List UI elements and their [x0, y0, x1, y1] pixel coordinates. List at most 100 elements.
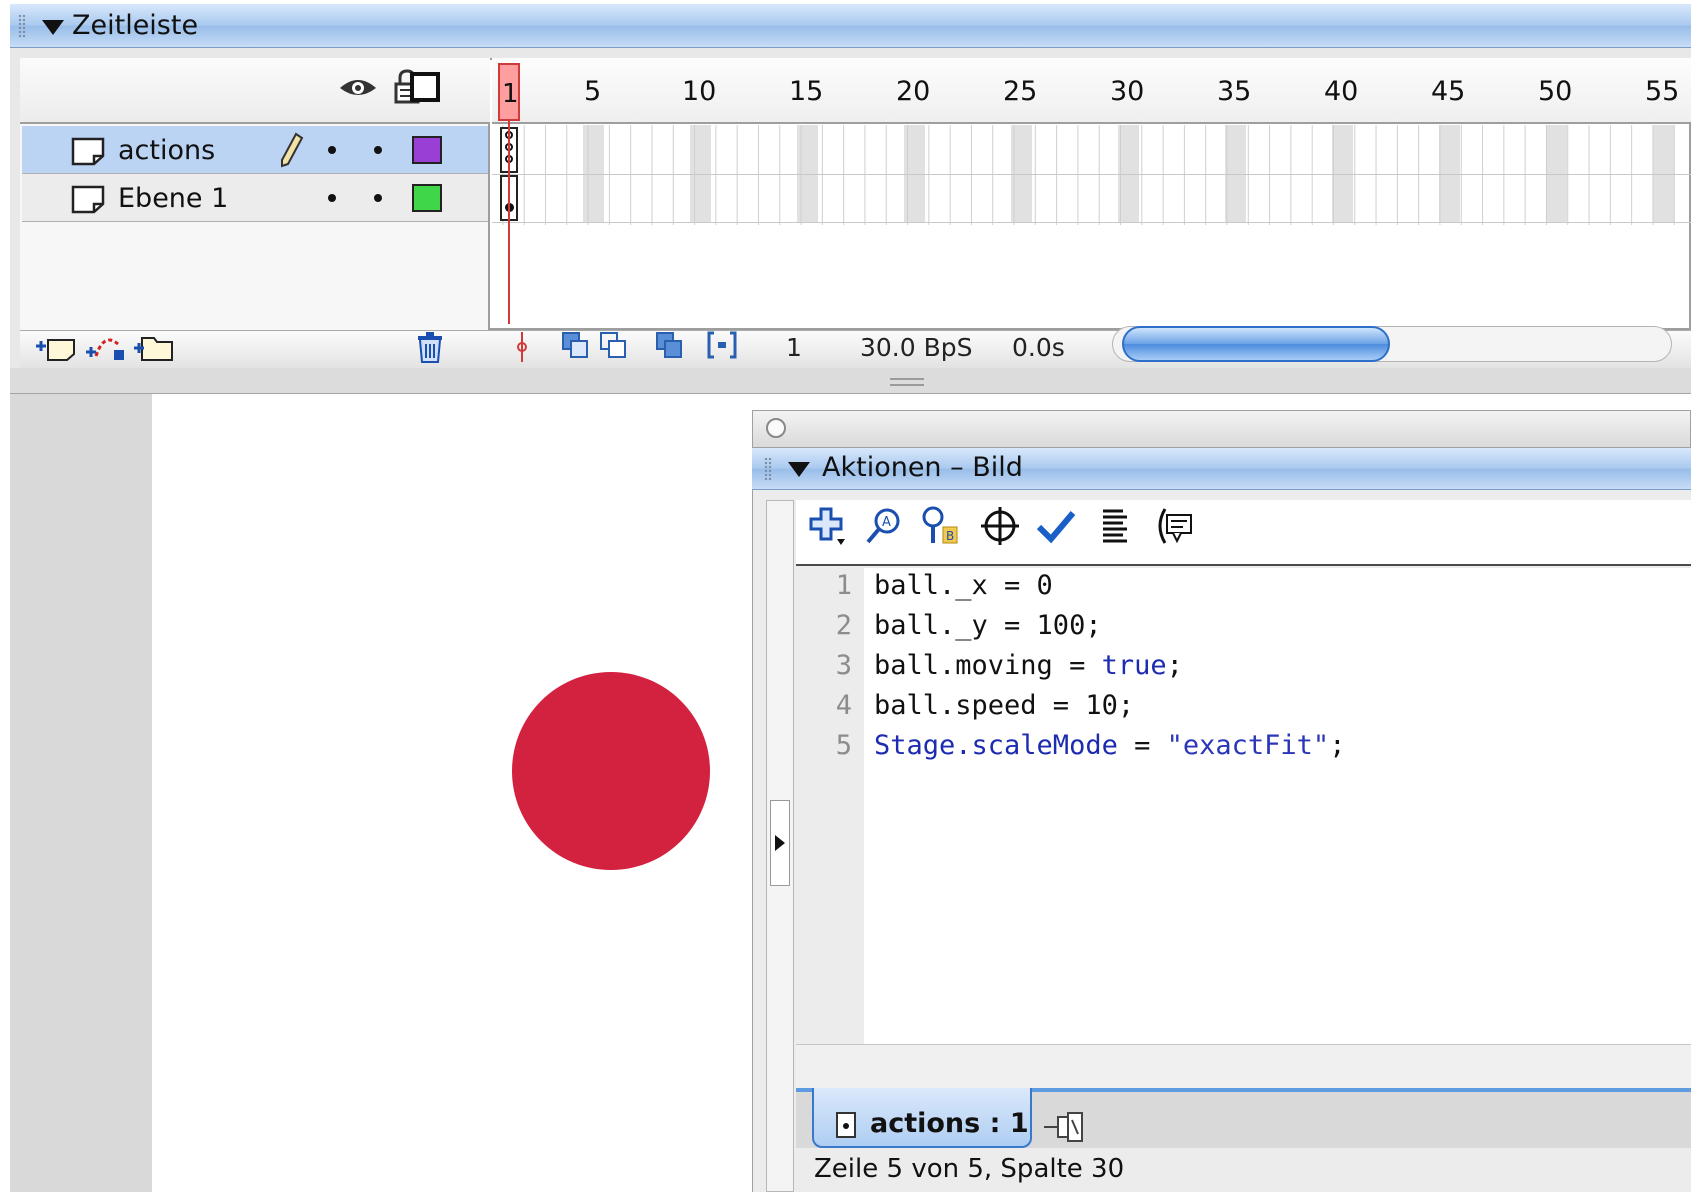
- editor-horizontal-scrollbar[interactable]: [796, 1044, 1691, 1088]
- visibility-dot[interactable]: [328, 146, 336, 154]
- toolbox-toggle[interactable]: [770, 800, 790, 886]
- replace-button[interactable]: B: [918, 504, 962, 548]
- pencil-icon: [281, 132, 304, 168]
- visibility-dot[interactable]: [328, 194, 336, 202]
- modify-onion-markers-icon[interactable]: [706, 330, 738, 360]
- layer-color-swatch[interactable]: [412, 184, 442, 212]
- code-keyword: true: [1101, 650, 1167, 681]
- layer-color-swatch[interactable]: [412, 136, 442, 164]
- collapse-triangle-icon[interactable]: [788, 462, 810, 477]
- show-code-hint-button[interactable]: [1152, 504, 1196, 548]
- layer-row-actions[interactable]: actions: [22, 126, 488, 174]
- timeline-scroll-thumb[interactable]: [1122, 326, 1390, 362]
- code-line[interactable]: ball._y = 100;: [874, 610, 1102, 641]
- actions-panel-header[interactable]: Aktionen – Bild: [752, 448, 1691, 490]
- show-hide-eye-icon[interactable]: [338, 72, 378, 102]
- outline-mode-icon[interactable]: [410, 72, 440, 102]
- panel-grip-icon[interactable]: [18, 14, 26, 38]
- edit-multiple-frames-icon[interactable]: [654, 330, 684, 360]
- script-tab-label: actions : 1: [870, 1108, 1029, 1139]
- line-number: 1: [835, 570, 852, 601]
- frame-number: 5: [584, 76, 602, 107]
- elapsed-time-readout: 0.0s: [1012, 333, 1065, 362]
- current-frame-readout: 1: [786, 333, 802, 362]
- timeline-title: Zeitleiste: [72, 10, 199, 41]
- script-tab-actions[interactable]: actions : 1: [812, 1088, 1032, 1148]
- code-line[interactable]: ball.moving = true;: [874, 650, 1183, 681]
- frame-number: 25: [1003, 76, 1038, 107]
- frame-number: 40: [1324, 76, 1359, 107]
- close-window-icon[interactable]: [766, 418, 786, 438]
- add-motion-guide-icon[interactable]: [84, 330, 128, 364]
- checkmark-icon: [1036, 511, 1076, 544]
- code-line[interactable]: ball.speed = 10;: [874, 690, 1134, 721]
- magnifier-icon: A: [866, 508, 900, 544]
- frame-number: 50: [1538, 76, 1573, 107]
- ball-movieclip[interactable]: [512, 672, 710, 870]
- layer-icon: [71, 137, 105, 166]
- check-syntax-button[interactable]: [1034, 504, 1078, 548]
- frame-script-icon: [836, 1112, 856, 1138]
- layer-name[interactable]: actions: [118, 135, 215, 166]
- expand-arrow-icon: [775, 835, 785, 851]
- collapse-triangle-icon[interactable]: [42, 20, 64, 35]
- onion-skin-outlines-icon[interactable]: [598, 330, 628, 360]
- auto-format-button[interactable]: [1092, 504, 1136, 548]
- cursor-position-status: Zeile 5 von 5, Spalte 30: [814, 1154, 1125, 1184]
- actions-window-titlebar[interactable]: [752, 410, 1691, 448]
- playhead-line: [508, 121, 510, 324]
- pasteboard: [10, 394, 152, 1192]
- line-number: 2: [835, 610, 852, 641]
- code-token: ;: [1329, 730, 1346, 761]
- auto-format-lines-icon: [1103, 509, 1127, 543]
- layer-row-ebene-1[interactable]: Ebene 1: [22, 174, 488, 222]
- insert-target-path-button[interactable]: [978, 504, 1022, 548]
- frame-number: 55: [1645, 76, 1680, 107]
- panel-splitter-handle[interactable]: [890, 378, 924, 386]
- code-keyword: Stage.scaleMode: [874, 730, 1118, 761]
- lock-dot[interactable]: [374, 194, 382, 202]
- code-line[interactable]: Stage.scaleMode = "exactFit";: [874, 730, 1345, 761]
- line-number: 3: [835, 650, 852, 681]
- frame-number: 30: [1110, 76, 1145, 107]
- frame-rate-readout: 30.0 BpS: [860, 333, 973, 362]
- frame-number: 35: [1217, 76, 1252, 107]
- svg-text:A: A: [882, 515, 891, 530]
- crosshair-target-icon: [981, 507, 1019, 545]
- code-token: ball.moving =: [874, 650, 1102, 681]
- frame-ruler[interactable]: 1 5 10 15 20 25 30 35 40 45 50 55: [492, 58, 1691, 124]
- frame-grid[interactable]: [492, 125, 1691, 225]
- panel-grip-icon[interactable]: [764, 457, 772, 481]
- add-statement-button[interactable]: [806, 504, 850, 548]
- line-number: 4: [835, 690, 852, 721]
- layer-list-header: [20, 58, 490, 124]
- layer-name[interactable]: Ebene 1: [118, 183, 228, 214]
- find-replace-icon: B: [922, 506, 958, 544]
- frame-number: 10: [682, 76, 717, 107]
- status-bar: Zeile 5 von 5, Spalte 30: [796, 1148, 1691, 1192]
- plus-icon: [809, 507, 845, 545]
- add-folder-icon[interactable]: [132, 330, 176, 364]
- pin-script-icon[interactable]: [1042, 1110, 1086, 1144]
- code-string: "exactFit": [1166, 730, 1330, 761]
- line-number: 5: [835, 730, 852, 761]
- delete-layer-trash-icon[interactable]: [414, 330, 446, 364]
- playhead-frame-number: 1: [502, 79, 519, 109]
- code-token: =: [1117, 730, 1167, 761]
- timeline-bottom-edge: [10, 368, 1691, 394]
- frame-number: 15: [789, 76, 824, 107]
- layer-icon: [71, 185, 105, 214]
- svg-text:B: B: [946, 529, 954, 543]
- add-layer-icon[interactable]: [34, 332, 78, 364]
- frame-number: 20: [896, 76, 931, 107]
- lock-dot[interactable]: [374, 146, 382, 154]
- onion-skin-icon[interactable]: [560, 330, 590, 360]
- center-frame-icon[interactable]: [514, 330, 530, 364]
- timeline-panel-header[interactable]: Zeitleiste: [10, 4, 1691, 48]
- code-line[interactable]: ball._x = 0: [874, 570, 1053, 601]
- frame-row-divider: [492, 222, 1691, 223]
- find-button[interactable]: A: [862, 504, 906, 548]
- code-hint-icon: [1158, 508, 1192, 544]
- frame-number: 45: [1431, 76, 1466, 107]
- playhead[interactable]: 1: [498, 63, 520, 121]
